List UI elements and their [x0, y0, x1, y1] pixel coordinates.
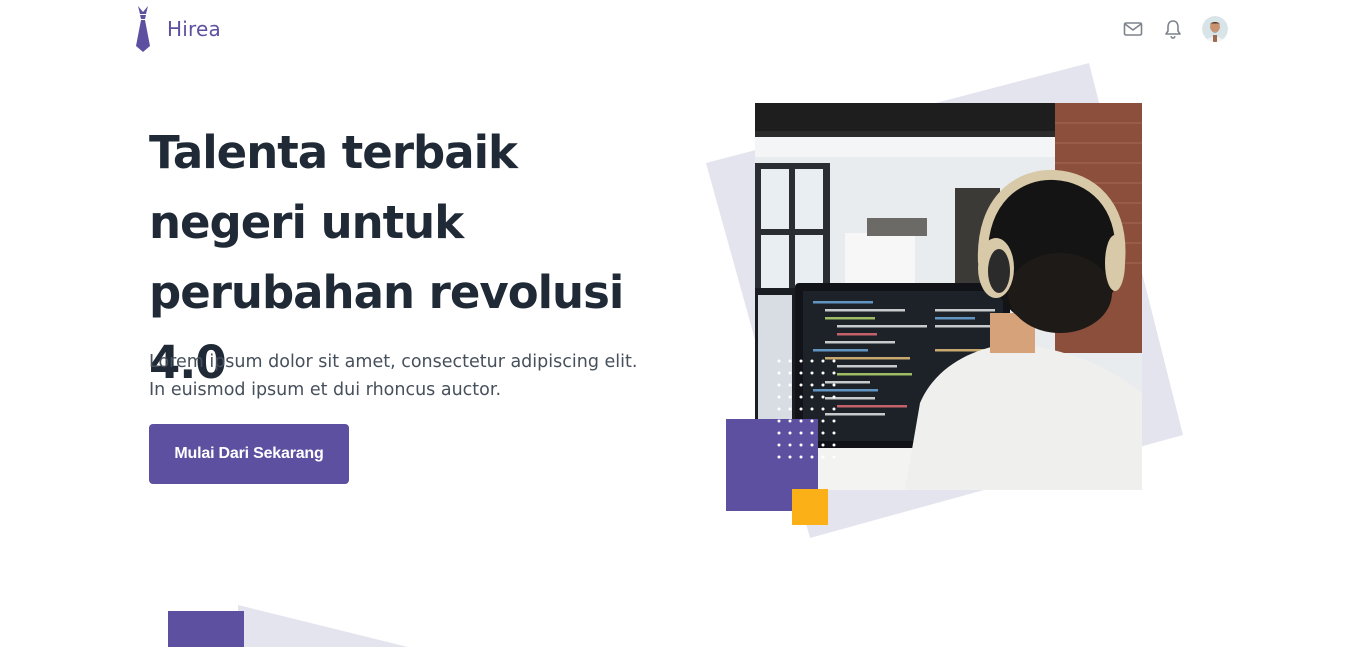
decor-dot-grid [777, 359, 836, 459]
brand-link[interactable]: Hirea [134, 6, 221, 52]
bottom-background-shape [238, 605, 408, 647]
mail-icon[interactable] [1122, 18, 1144, 40]
decor-yellow-square [792, 489, 828, 525]
landing-page: Hirea Talenta terbaik negeri untuk perub… [0, 0, 1352, 647]
nav-actions [1104, 16, 1228, 42]
bottom-purple-square [168, 611, 244, 647]
navbar: Hirea [0, 0, 1352, 58]
hero-description: Lorem ipsum dolor sit amet, consectetur … [149, 352, 638, 400]
avatar[interactable] [1202, 16, 1228, 42]
cta-button[interactable]: Mulai Dari Sekarang [149, 424, 349, 484]
tie-icon [136, 6, 150, 52]
brand-name: Hirea [167, 17, 221, 41]
bell-icon[interactable] [1162, 18, 1184, 40]
hero-illustration [700, 60, 1200, 550]
